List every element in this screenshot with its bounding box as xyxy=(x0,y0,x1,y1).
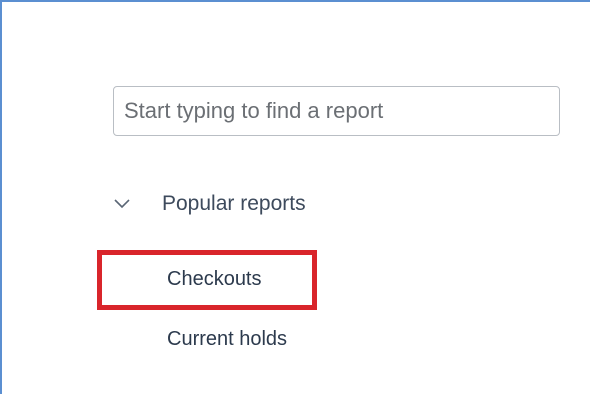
report-link-current-holds[interactable]: Current holds xyxy=(167,328,287,351)
section-title: Popular reports xyxy=(162,192,306,215)
report-search-input[interactable] xyxy=(113,86,560,136)
popular-reports-toggle[interactable]: Popular reports xyxy=(104,186,306,222)
report-link-checkouts[interactable]: Checkouts xyxy=(167,268,262,291)
chevron-down-icon[interactable] xyxy=(104,186,140,222)
